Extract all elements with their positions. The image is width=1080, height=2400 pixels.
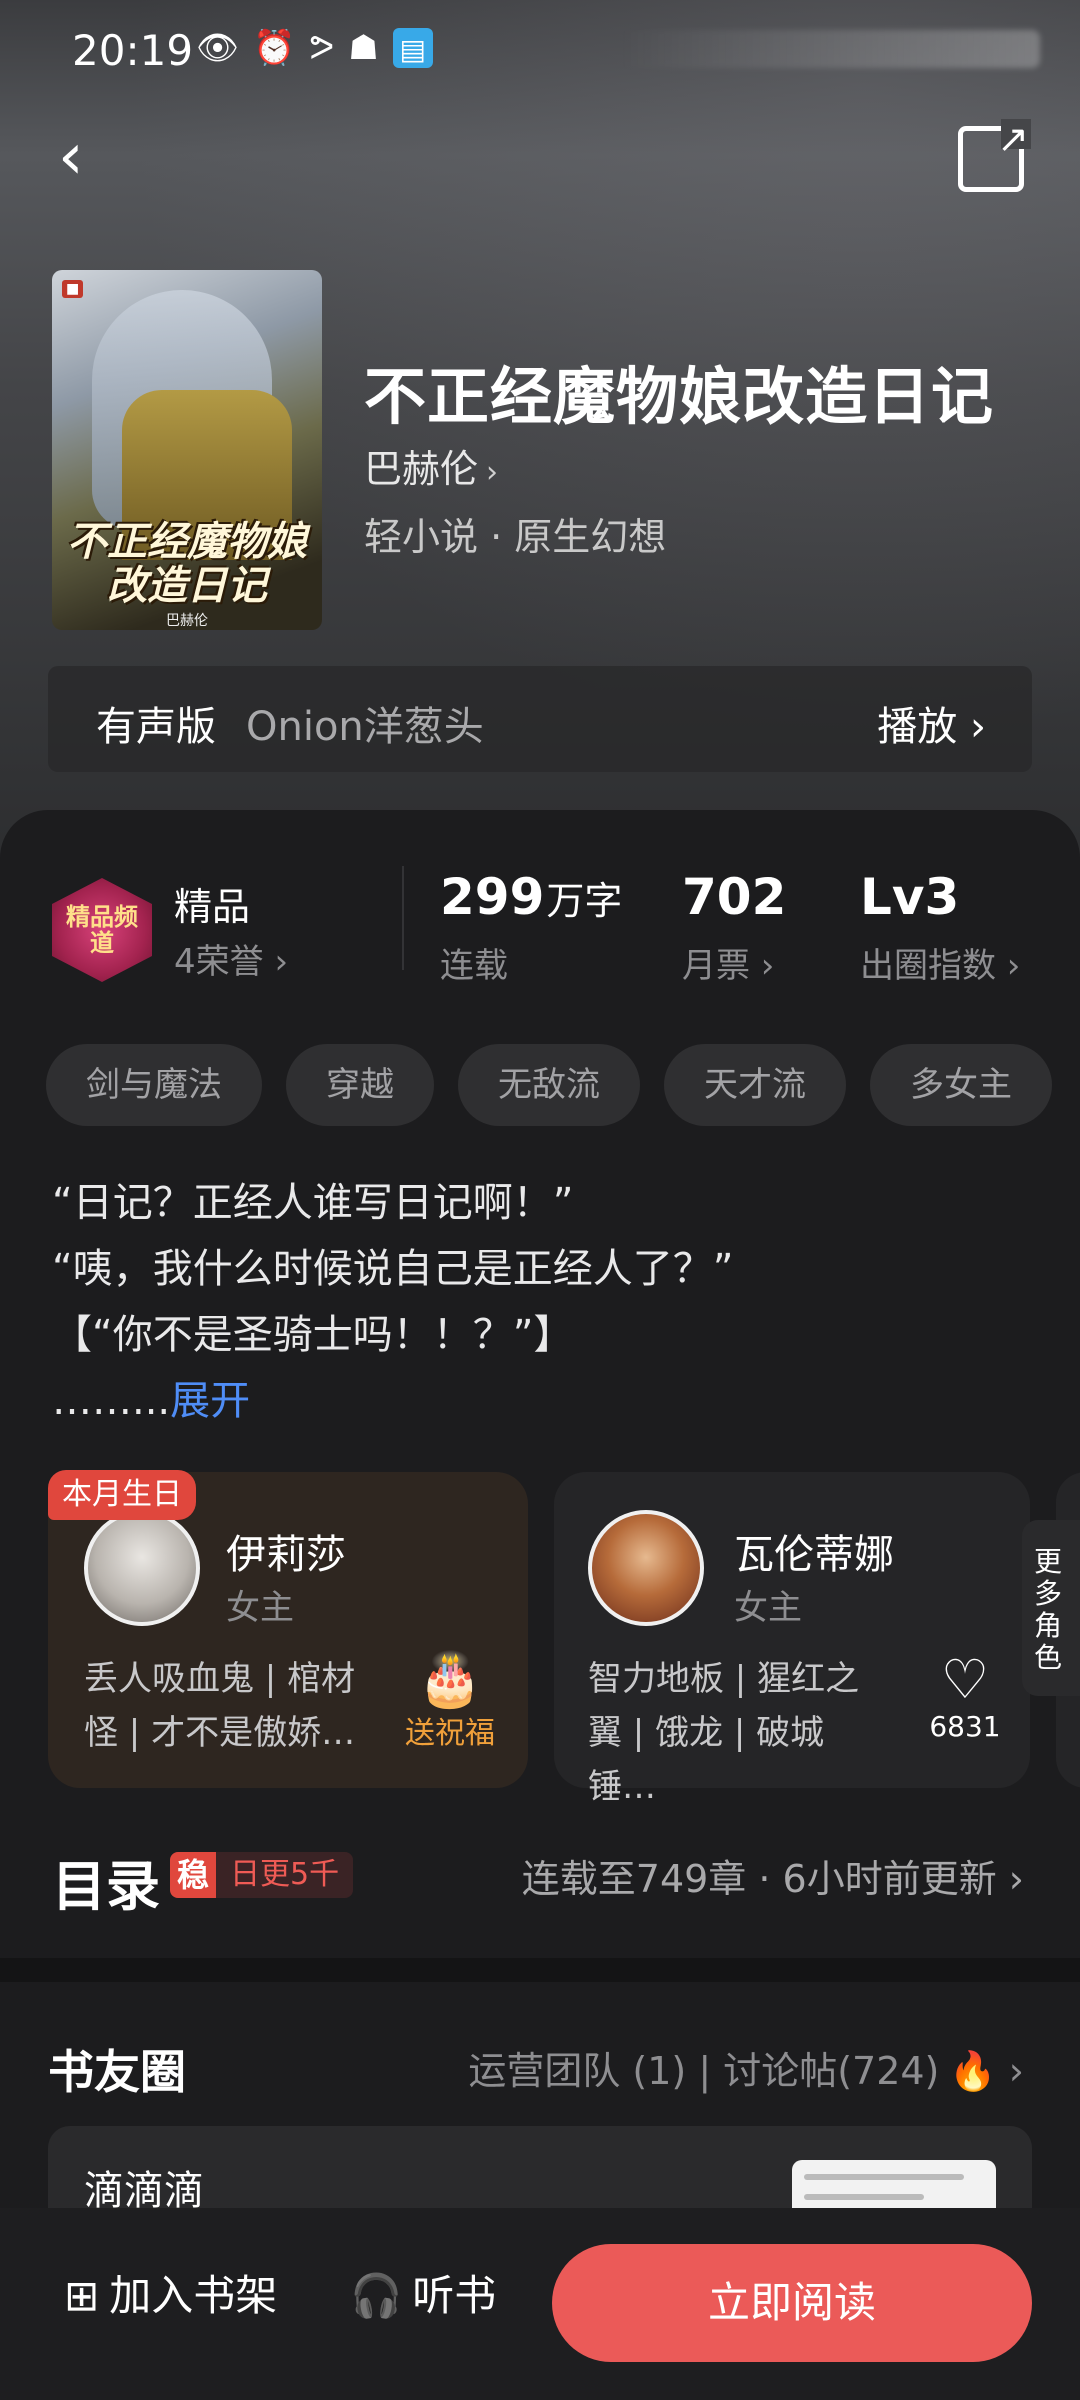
chevron-left-icon: ‹ — [58, 120, 84, 194]
book-genre: 轻小说 · 原生幻想 — [364, 515, 667, 559]
word-count-label: 连载 — [440, 946, 508, 986]
like-button[interactable]: ♡ 6831 — [920, 1648, 1010, 1744]
update-badge-value: 日更5千 — [216, 1852, 354, 1898]
birthday-badge: 本月生日 — [48, 1470, 196, 1520]
status-time: 20:19 — [72, 26, 194, 75]
popularity-level: Lv3 — [860, 868, 960, 926]
audio-label: 有声版 — [96, 704, 216, 750]
nfc-icon: ᕗ — [309, 28, 335, 68]
add-to-shelf-button[interactable]: ⊞ 加入书架 — [64, 2262, 277, 2323]
qq-icon: ☗ — [348, 28, 379, 68]
word-count: 299万字 — [440, 868, 622, 926]
avatar[interactable] — [588, 1510, 704, 1626]
share-button[interactable]: ↗ — [958, 117, 1031, 192]
cover-author: 巴赫伦 — [166, 613, 208, 629]
tag-chip[interactable]: 穿越 — [286, 1044, 434, 1126]
character-desc: 智力地板 | 猩红之翼 | 饿龙 | 破城锤… — [588, 1659, 860, 1807]
toc-status[interactable]: 连载至749章 · 6小时前更新 › — [522, 1848, 1024, 1903]
character-name: 瓦伦蒂娜 — [734, 1532, 894, 1578]
author-link[interactable]: 巴赫伦 › — [364, 438, 498, 493]
cake-icon: 🎂 — [417, 1650, 483, 1710]
honor-title: 精品 — [174, 885, 251, 929]
avatar[interactable] — [84, 1510, 200, 1626]
update-badge: 稳 日更5千 — [170, 1852, 354, 1898]
monthly-tickets: 702 — [682, 868, 787, 926]
back-button[interactable]: ‹ — [58, 122, 118, 192]
tag-chip[interactable]: 剑与魔法 — [46, 1044, 262, 1126]
headphones-icon: 🎧 — [350, 2271, 403, 2320]
word-count-number: 299 — [440, 868, 545, 926]
send-blessing-label: 送祝福 — [405, 1716, 495, 1751]
share-icon: ↗ — [997, 117, 1029, 161]
expand-link[interactable]: 展开 — [170, 1378, 250, 1424]
character-name: 伊莉莎 — [226, 1532, 346, 1578]
send-blessing-button[interactable]: 🎂 送祝福 — [400, 1652, 500, 1752]
circle-meta[interactable]: 运营团队 (1) | 讨论帖(724) 🔥 › — [468, 2040, 1024, 2095]
listen-label: 听书 — [412, 2271, 497, 2320]
honor-count[interactable]: 4荣誉 › — [174, 934, 288, 983]
circle-meta-text: 运营团队 (1) | 讨论帖(724) — [468, 2049, 940, 2093]
heart-icon: ♡ — [940, 1648, 990, 1711]
word-count-unit: 万字 — [546, 879, 623, 923]
character-desc: 丢人吸血鬼 | 棺材怪 | 才不是傲娇… — [84, 1659, 356, 1753]
tag-chip[interactable]: 天才流 — [664, 1044, 846, 1126]
bottom-action-bar: ⊞ 加入书架 🎧 听书 立即阅读 — [0, 2208, 1080, 2400]
audio-version-bar[interactable]: 有声版 Onion洋葱头 播放 › — [48, 666, 1032, 772]
author-name: 巴赫伦 — [364, 447, 479, 491]
character-role: 女主 — [734, 1588, 802, 1628]
more-roles-button[interactable]: 更多角色 — [1022, 1520, 1080, 1696]
read-now-button[interactable]: 立即阅读 — [552, 2244, 1032, 2362]
circle-title: 书友圈 — [48, 2045, 186, 2099]
synopsis[interactable]: “日记？正经人谁写日记啊！” “咦，我什么时候说自己是正经人了？” 【“你不是圣… — [52, 1170, 1032, 1434]
synopsis-ellipsis: ……... — [52, 1378, 171, 1424]
bookshelf-add-icon: ⊞ — [64, 2271, 100, 2320]
monthly-tickets-label[interactable]: 月票 › — [682, 938, 774, 987]
alarm-icon: ⏰ — [253, 28, 296, 68]
fire-icon: 🔥 — [949, 2049, 997, 2093]
toc-title[interactable]: 目录 — [52, 1842, 160, 1921]
book-app-icon: ▤ — [392, 28, 433, 68]
chevron-right-icon: › — [996, 2049, 1024, 2093]
update-badge-key: 稳 — [170, 1852, 216, 1898]
premium-badge-text: 精品频道 — [66, 903, 138, 957]
like-count: 6831 — [929, 1710, 1001, 1743]
book-title: 不正经魔物娘改造日记 — [364, 360, 995, 433]
chevron-right-icon: › — [486, 455, 499, 490]
stats-divider — [402, 866, 404, 970]
book-cover[interactable]: ■ 不正经魔物娘改造日记 巴赫伦 — [52, 270, 322, 630]
audio-narrator: Onion洋葱头 — [246, 704, 484, 750]
cover-title: 不正经魔物娘改造日记 — [67, 519, 307, 609]
status-bar: 20:19 👁 ⏰ ᕗ ☗ ▤ — [0, 0, 1080, 100]
synopsis-line: “咦，我什么时候说自己是正经人了？” — [52, 1246, 734, 1292]
synopsis-line: “日记？正经人谁写日记啊！” — [52, 1180, 574, 1226]
tag-chip[interactable]: 无敌流 — [458, 1044, 640, 1126]
eye-icon: 👁 — [196, 28, 240, 68]
play-button[interactable]: 播放 › — [877, 694, 986, 752]
synopsis-line: 【“你不是圣骑士吗！！？”】 — [52, 1312, 574, 1358]
listen-button[interactable]: 🎧 听书 — [350, 2262, 496, 2323]
popularity-label[interactable]: 出圈指数 › — [860, 938, 1020, 987]
cover-publisher-mark: ■ — [62, 280, 84, 298]
status-right-blurred — [620, 30, 1040, 68]
character-role: 女主 — [226, 1588, 294, 1628]
more-roles-label: 更多角色 — [1034, 1545, 1063, 1674]
section-divider — [0, 1958, 1080, 1982]
status-icons: 👁 ⏰ ᕗ ☗ ▤ — [196, 26, 433, 70]
tag-list: 剑与魔法 穿越 无敌流 天才流 多女主 — [46, 1044, 1052, 1126]
add-to-shelf-label: 加入书架 — [109, 2271, 278, 2320]
tag-chip[interactable]: 多女主 — [870, 1044, 1052, 1126]
